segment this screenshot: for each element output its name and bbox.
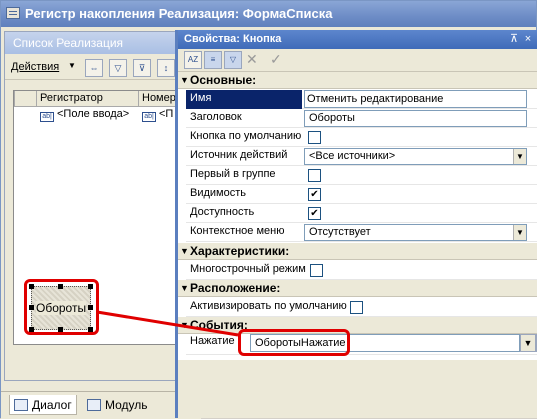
- highlight-connector: [96, 310, 239, 337]
- connector-line: [96, 310, 239, 337]
